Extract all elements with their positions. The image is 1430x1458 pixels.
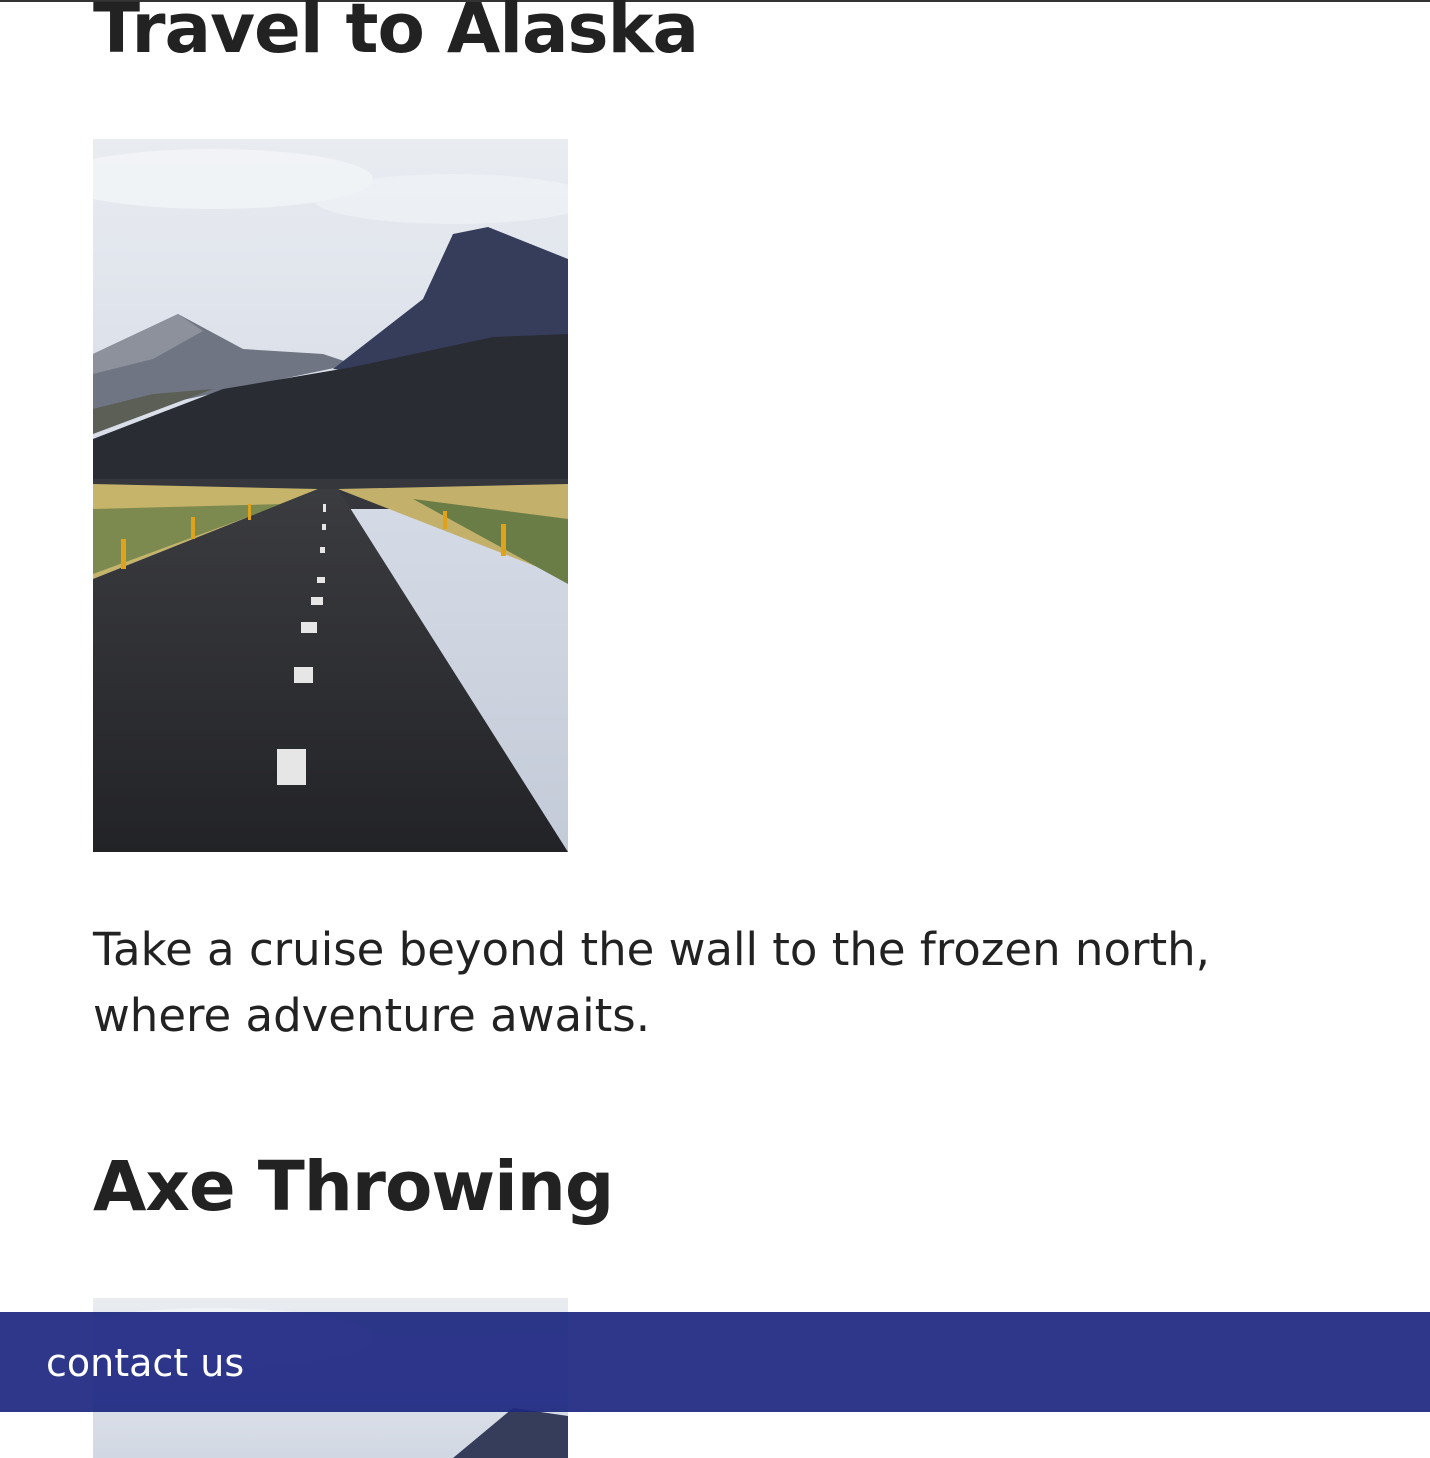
road-mountains-photo: [93, 139, 568, 852]
card-title-axe-throwing: Axe Throwing: [93, 1147, 614, 1227]
card-description-alaska: Take a cruise beyond the wall to the fro…: [93, 923, 1210, 1042]
contact-us-link[interactable]: contact us: [46, 1344, 244, 1382]
card-title-alaska: Travel to Alaska: [93, 0, 699, 69]
contact-bar: contact us: [0, 1312, 1430, 1412]
